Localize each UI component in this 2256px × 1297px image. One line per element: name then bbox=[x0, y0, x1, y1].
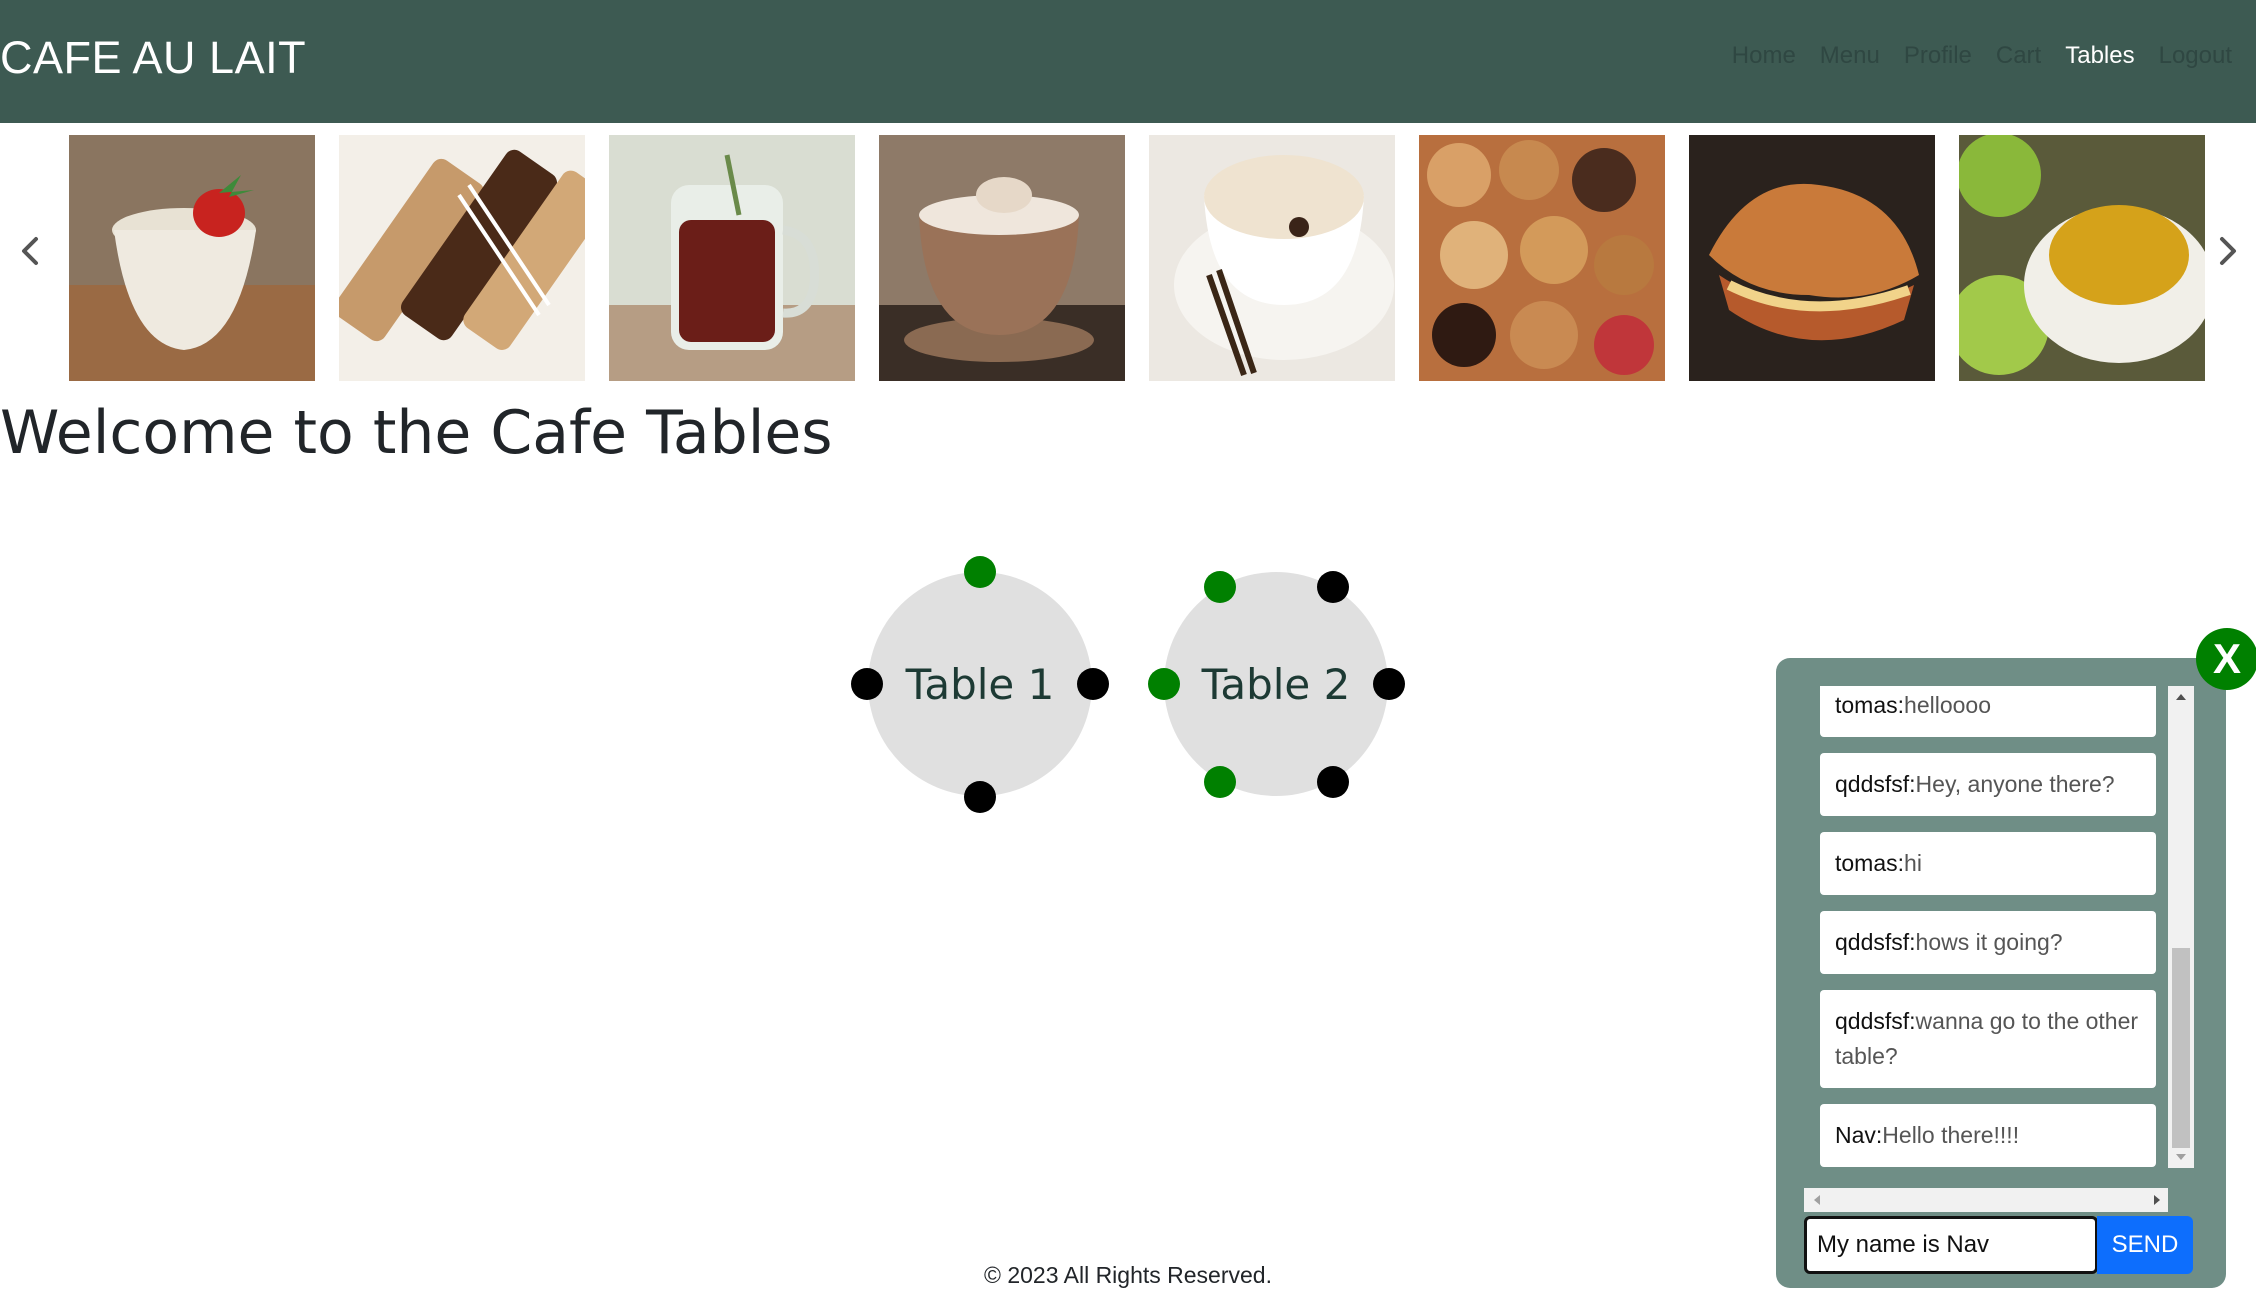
chat-message-text: Hey, anyone there? bbox=[1915, 771, 2115, 797]
table-1-label: Table 1 bbox=[905, 659, 1055, 709]
chat-message-list: tomas:helloooo qddsfsf:Hey, anyone there… bbox=[1820, 686, 2156, 1168]
carousel-slide-green-tea-cup[interactable] bbox=[1959, 135, 2205, 381]
scroll-left-icon[interactable] bbox=[1814, 1195, 1820, 1205]
green-tea-cup-image bbox=[1959, 135, 2205, 381]
chat-message: qddsfsf:hows it going? bbox=[1820, 911, 2156, 974]
carousel-prev-button[interactable] bbox=[10, 231, 50, 271]
table-1-seat-top[interactable] bbox=[964, 556, 996, 588]
scroll-right-icon[interactable] bbox=[2154, 1195, 2160, 1205]
table-2[interactable]: Table 2 bbox=[1164, 572, 1388, 796]
table-1-seat-left[interactable] bbox=[851, 668, 883, 700]
chocolate-biscotti-image bbox=[339, 135, 585, 381]
chat-message: Nav:Hello there!!!! bbox=[1820, 1104, 2156, 1167]
table-2-seat-top-right[interactable] bbox=[1317, 571, 1349, 603]
chat-close-button[interactable]: X bbox=[2196, 628, 2256, 690]
table-2-seat-right[interactable] bbox=[1373, 668, 1405, 700]
carousel-slide-iced-tea-jar[interactable] bbox=[609, 135, 855, 381]
table-1-seat-bottom[interactable] bbox=[964, 781, 996, 813]
nav-menu[interactable]: Menu bbox=[1808, 42, 1892, 70]
footer-copyright: © 2023 All Rights Reserved. bbox=[984, 1262, 1272, 1288]
brand-logo[interactable]: CAFE AU LAIT bbox=[0, 32, 306, 84]
chat-message-text: Hello there!!!! bbox=[1882, 1122, 2020, 1148]
carousel-slide-cookies[interactable] bbox=[1419, 135, 1665, 381]
table-2-seat-left[interactable] bbox=[1148, 668, 1180, 700]
chat-message-user: Nav: bbox=[1835, 1122, 1883, 1148]
chat-message: tomas:hi bbox=[1820, 832, 2156, 895]
chai-latte-image bbox=[1149, 135, 1395, 381]
carousel-next-button[interactable] bbox=[2208, 231, 2248, 271]
chat-message-text: hows it going? bbox=[1915, 929, 2063, 955]
table-2-seat-top-left[interactable] bbox=[1204, 571, 1236, 603]
chat-message-user: qddsfsf: bbox=[1835, 771, 1916, 797]
chat-horizontal-scrollbar[interactable] bbox=[1804, 1188, 2168, 1212]
chat-message: tomas:helloooo bbox=[1820, 686, 2156, 737]
scroll-down-icon[interactable] bbox=[2176, 1154, 2186, 1160]
chat-messages[interactable]: tomas:helloooo qddsfsf:Hey, anyone there… bbox=[1804, 686, 2194, 1168]
chat-message-user: tomas: bbox=[1835, 850, 1905, 876]
carousel-slide-mocha-latte[interactable] bbox=[879, 135, 1125, 381]
chat-message: qddsfsf:Hey, anyone there? bbox=[1820, 753, 2156, 816]
chat-message: qddsfsf:wanna go to the other table? bbox=[1820, 990, 2156, 1088]
chat-message-user: tomas: bbox=[1835, 692, 1905, 718]
table-2-seat-bottom-right[interactable] bbox=[1317, 766, 1349, 798]
nav-profile[interactable]: Profile bbox=[1892, 42, 1984, 70]
chat-message-text: hi bbox=[1904, 850, 1922, 876]
page-title: Welcome to the Cafe Tables bbox=[0, 398, 833, 468]
nav-cart[interactable]: Cart bbox=[1984, 42, 2053, 70]
table-2-seat-bottom-left[interactable] bbox=[1204, 766, 1236, 798]
chevron-left-icon bbox=[22, 237, 38, 265]
image-carousel bbox=[0, 123, 2256, 395]
carousel-slide-strawberry-milkshake[interactable] bbox=[69, 135, 315, 381]
nav-links: Home Menu Profile Cart Tables Logout bbox=[1720, 42, 2244, 70]
mocha-latte-image bbox=[879, 135, 1125, 381]
carousel-slide-chai-latte[interactable] bbox=[1149, 135, 1395, 381]
nav-logout[interactable]: Logout bbox=[2147, 42, 2244, 70]
navbar: CAFE AU LAIT Home Menu Profile Cart Tabl… bbox=[0, 0, 2256, 123]
iced-tea-jar-image bbox=[609, 135, 855, 381]
table-2-label: Table 2 bbox=[1201, 659, 1351, 709]
nav-home[interactable]: Home bbox=[1720, 42, 1808, 70]
chat-message-text: helloooo bbox=[1904, 692, 1991, 718]
chat-message-user: qddsfsf: bbox=[1835, 1008, 1916, 1034]
chat-vertical-scrollbar[interactable] bbox=[2168, 686, 2194, 1168]
cookies-image bbox=[1419, 135, 1665, 381]
scroll-up-icon[interactable] bbox=[2176, 694, 2186, 700]
table-1-seat-right[interactable] bbox=[1077, 668, 1109, 700]
scrollbar-thumb[interactable] bbox=[2172, 948, 2190, 1148]
nav-tables[interactable]: Tables bbox=[2053, 42, 2146, 70]
carousel-slide-chocolate-biscotti[interactable] bbox=[339, 135, 585, 381]
chat-panel: tomas:helloooo qddsfsf:Hey, anyone there… bbox=[1776, 658, 2226, 1288]
carousel-slide-croissant-sandwich[interactable] bbox=[1689, 135, 1935, 381]
chat-message-user: qddsfsf: bbox=[1835, 929, 1916, 955]
table-1[interactable]: Table 1 bbox=[868, 572, 1092, 796]
strawberry-milkshake-image bbox=[69, 135, 315, 381]
chevron-right-icon bbox=[2220, 237, 2236, 265]
croissant-sandwich-image bbox=[1689, 135, 1935, 381]
